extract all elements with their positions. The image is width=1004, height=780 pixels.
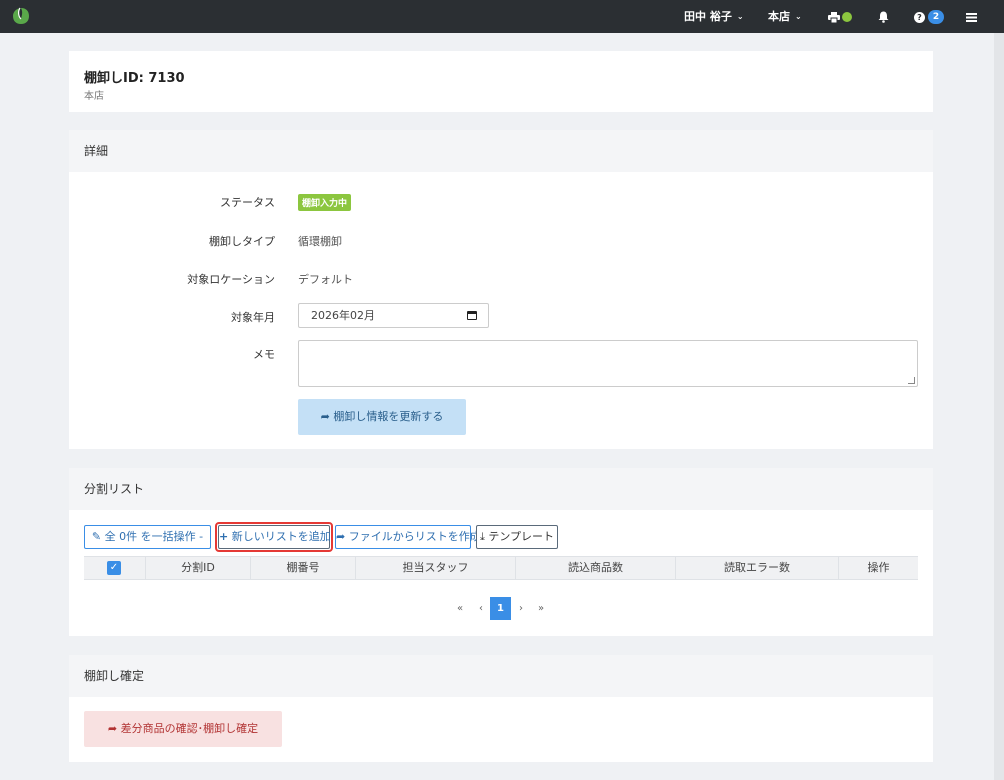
detail-heading: 詳細 xyxy=(69,130,933,172)
user-name: 田中 裕子 xyxy=(684,10,732,23)
pager-prev[interactable]: ‹ xyxy=(471,597,491,620)
printer-online-dot xyxy=(842,12,852,22)
type-value: 循環棚卸 xyxy=(298,235,342,248)
highlight-ring xyxy=(215,522,333,552)
pager-last[interactable]: » xyxy=(531,597,551,620)
share-arrow-icon: ➦ xyxy=(336,530,346,543)
template-label: テンプレート xyxy=(488,530,555,543)
help-menu[interactable]: ? 2 xyxy=(914,0,944,33)
page-subtitle: 本店 xyxy=(84,91,104,102)
store-name: 本店 xyxy=(768,10,790,23)
inventory-title-panel: 棚卸しID: 7130 本店 xyxy=(69,51,933,112)
edit-icon: ✎ xyxy=(91,530,102,543)
confirm-heading: 棚卸し確定 xyxy=(69,655,933,697)
notifications[interactable] xyxy=(878,0,889,33)
confirm-button-label: 差分商品の確認･棚卸し確定 xyxy=(120,722,259,735)
month-label: 対象年月 xyxy=(231,311,275,324)
bell-icon xyxy=(878,11,889,23)
app-logo-icon[interactable] xyxy=(12,7,30,25)
column-header[interactable]: 読込商品数 xyxy=(515,557,675,579)
column-header[interactable]: 分割ID xyxy=(145,557,250,579)
type-label: 棚卸しタイプ xyxy=(209,235,275,248)
status-label: ステータス xyxy=(220,196,275,209)
split-list-panel: 分割リスト ✎ 全 0件 を一括操作 - + 新しいリストを追加 ➦ ファイルか… xyxy=(69,468,933,636)
location-value: デフォルト xyxy=(298,273,353,286)
select-all-checkbox[interactable]: ✓ xyxy=(107,561,121,575)
column-header[interactable]: 担当スタッフ xyxy=(355,557,515,579)
share-arrow-icon: ➦ xyxy=(320,410,330,423)
user-menu[interactable]: 田中 裕子 ⌄ xyxy=(684,0,744,33)
split-list-heading: 分割リスト xyxy=(69,468,933,510)
share-arrow-icon: ➦ xyxy=(107,722,118,735)
column-header[interactable]: 読取エラー数 xyxy=(675,557,838,579)
memo-label: メモ xyxy=(253,348,275,361)
template-button[interactable]: ⤓ テンプレート xyxy=(476,525,558,549)
column-header[interactable]: 操作 xyxy=(838,557,918,579)
pager-page-1[interactable]: 1 xyxy=(490,597,511,620)
column-header[interactable]: 棚番号 xyxy=(250,557,355,579)
hamburger-menu[interactable] xyxy=(966,0,977,33)
update-button-label: 棚卸し情報を更新する xyxy=(333,410,444,423)
update-inventory-button[interactable]: ➦ 棚卸し情報を更新する xyxy=(298,399,466,435)
top-navbar: 田中 裕子 ⌄ 本店 ⌄ ? 2 xyxy=(0,0,1004,33)
select-all-cell: ✓ xyxy=(84,557,145,579)
pager-first[interactable]: « xyxy=(450,597,470,620)
help-count-badge: 2 xyxy=(928,10,944,24)
create-from-file-label: ファイルからリストを作成 xyxy=(348,530,481,543)
calendar-icon[interactable] xyxy=(467,311,477,320)
bulk-action-label: 全 0件 を一括操作 - xyxy=(104,530,204,543)
download-icon: ⤓ xyxy=(479,530,485,543)
detail-panel: 詳細 ステータス 棚卸入力中 棚卸しタイプ 循環棚卸 対象ロケーション デフォル… xyxy=(69,130,933,449)
status-badge: 棚卸入力中 xyxy=(298,194,352,211)
printer-icon xyxy=(828,11,840,23)
target-month-value: 2026年02月 xyxy=(311,309,375,322)
split-list-table-header: ✓ 分割ID 棚番号 担当スタッフ 読込商品数 読取エラー数 操作 xyxy=(84,556,918,580)
bulk-action-button[interactable]: ✎ 全 0件 を一括操作 - xyxy=(84,525,211,549)
resize-grip-icon[interactable] xyxy=(908,377,915,384)
page-title: 棚卸しID: 7130 xyxy=(84,71,185,86)
page-scrollbar[interactable] xyxy=(994,33,1004,780)
target-month-input[interactable]: 2026年02月 xyxy=(298,303,489,328)
question-icon: ? xyxy=(914,11,925,23)
pager-next[interactable]: › xyxy=(511,597,531,620)
menu-icon xyxy=(966,12,977,22)
printer-status[interactable] xyxy=(828,0,852,33)
chevron-down-icon: ⌄ xyxy=(736,12,744,21)
confirm-panel: 棚卸し確定 ➦ 差分商品の確認･棚卸し確定 xyxy=(69,655,933,762)
memo-textarea[interactable] xyxy=(298,340,918,387)
confirm-inventory-button[interactable]: ➦ 差分商品の確認･棚卸し確定 xyxy=(84,711,282,747)
create-from-file-button[interactable]: ➦ ファイルからリストを作成 xyxy=(335,525,481,549)
store-menu[interactable]: 本店 ⌄ xyxy=(768,0,802,33)
location-label: 対象ロケーション xyxy=(187,273,275,286)
chevron-down-icon: ⌄ xyxy=(795,12,802,21)
